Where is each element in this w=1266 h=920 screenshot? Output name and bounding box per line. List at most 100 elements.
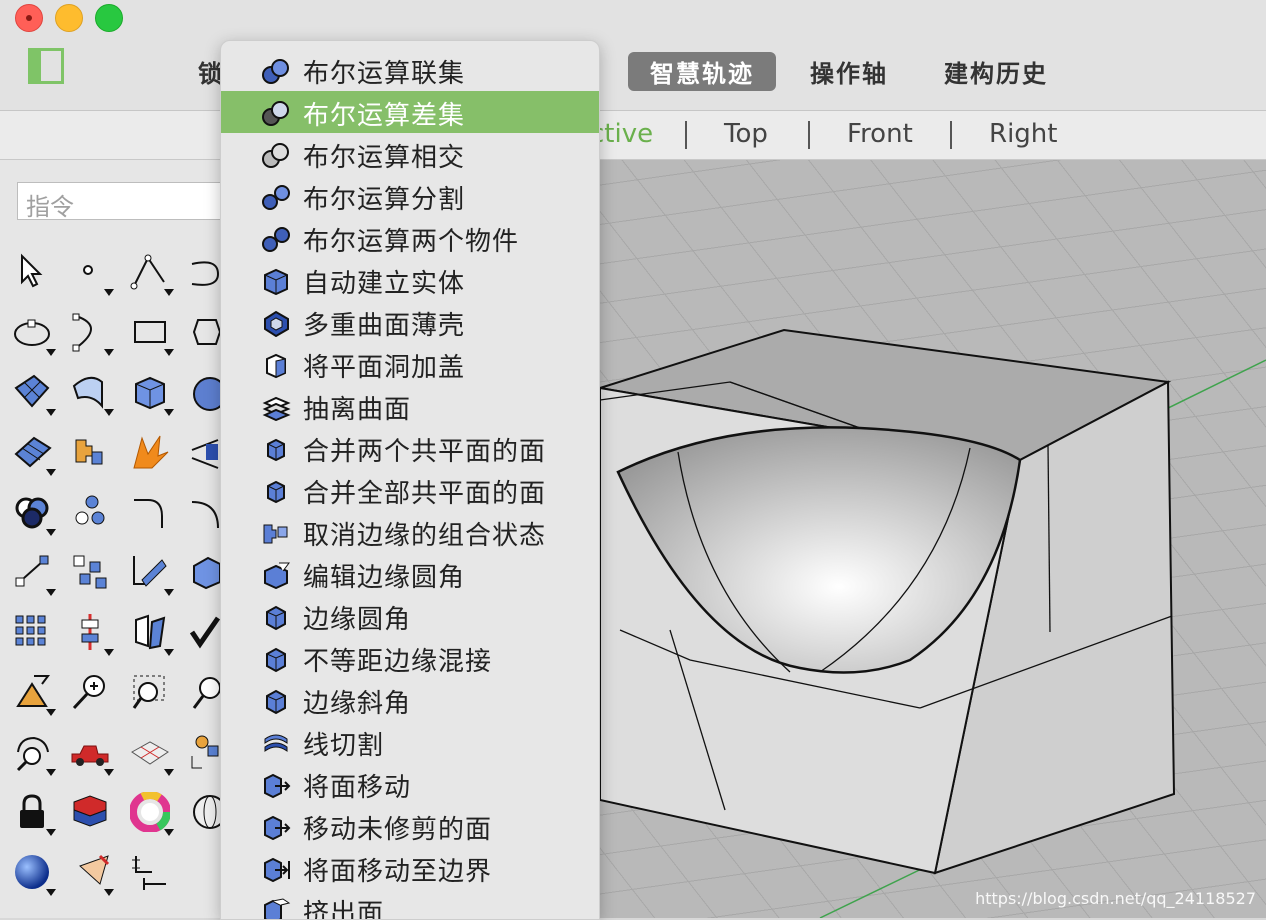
box-icon[interactable]: [126, 368, 176, 420]
menu-item-boolean-intersection[interactable]: 布尔运算相交: [221, 133, 599, 175]
menu-item-label: 合并全部共平面的面: [303, 479, 547, 509]
tool-sidebar: 指令: [0, 160, 237, 918]
array-icon[interactable]: [66, 548, 116, 600]
offset-icon[interactable]: [184, 488, 220, 540]
menu-item-move-face[interactable]: 将面移动: [221, 763, 599, 805]
grid-icon[interactable]: [126, 728, 176, 780]
menu-item-merge-face[interactable]: 合并两个共平面的面: [221, 427, 599, 469]
menu-item-boolean-difference[interactable]: 布尔运算差集: [221, 91, 599, 133]
menu-item-label: 抽离曲面: [303, 395, 412, 425]
chamfer-edge-icon: [266, 689, 286, 715]
move-icon[interactable]: [8, 548, 58, 600]
fillet-curve-icon[interactable]: [126, 488, 176, 540]
menu-item-shell[interactable]: 多重曲面薄壳: [221, 301, 599, 343]
explode-icon[interactable]: [126, 428, 176, 480]
menu-item-move-face-to-boundary[interactable]: 将面移动至边界: [221, 847, 599, 889]
menu-item-label: 合并两个共平面的面: [303, 437, 547, 467]
boolean-split-icon: [262, 185, 290, 210]
lock-icon[interactable]: [8, 788, 58, 840]
rectangle-icon[interactable]: [126, 308, 176, 360]
menu-item-label: 布尔运算联集: [303, 59, 466, 89]
trim-icon[interactable]: [184, 428, 220, 480]
minimize-window-button[interactable]: [55, 4, 83, 32]
menu-item-extract-surface[interactable]: 抽离曲面: [221, 385, 599, 427]
menu-item-wire-cut[interactable]: 线切割: [221, 721, 599, 763]
menu-item-merge-all-faces[interactable]: 合并全部共平面的面: [221, 469, 599, 511]
move-untrimmed-face-icon: [264, 815, 291, 841]
menu-item-move-untrimmed-face[interactable]: 移动未修剪的面: [221, 805, 599, 847]
extrude-face-icon: [264, 898, 291, 919]
menu-item-fillet-edge[interactable]: 边缘圆角: [221, 595, 599, 637]
menu-item-label: 编辑边缘圆角: [303, 563, 466, 593]
surface-icon[interactable]: [8, 368, 58, 420]
join-icon[interactable]: [66, 428, 116, 480]
tab-right[interactable]: Right: [989, 119, 1057, 149]
tab-front[interactable]: Front: [847, 119, 913, 149]
polyline-icon[interactable]: [126, 248, 176, 300]
rotate-view-icon[interactable]: [8, 728, 58, 780]
menu-item-edit-fillet-edge[interactable]: 编辑边缘圆角: [221, 553, 599, 595]
wireframe-sphere-icon[interactable]: [184, 788, 220, 840]
curve-icon[interactable]: [184, 248, 220, 300]
menu-item-label: 将面移动: [303, 773, 412, 803]
menu-item-create-solid[interactable]: 自动建立实体: [221, 259, 599, 301]
sphere-icon[interactable]: [184, 368, 220, 420]
command-input[interactable]: 指令: [17, 182, 237, 221]
arc-icon[interactable]: [66, 308, 116, 360]
zoom-icon[interactable]: [66, 668, 116, 720]
layer-objects-icon[interactable]: [184, 728, 220, 780]
spotlight-icon[interactable]: [66, 848, 116, 900]
scale-icon[interactable]: [126, 548, 176, 600]
menu-item-label: 取消边缘的组合状态: [303, 521, 547, 551]
block-icon[interactable]: [184, 548, 220, 600]
smart-track-toggle[interactable]: 智慧轨迹: [628, 52, 776, 91]
light-icon[interactable]: [8, 668, 58, 720]
menu-item-boolean-two-objects[interactable]: 布尔运算两个物件: [221, 217, 599, 259]
menu-item-label: 边缘斜角: [303, 689, 412, 719]
menu-item-boolean-split[interactable]: 布尔运算分割: [221, 175, 599, 217]
mesh-icon[interactable]: [8, 428, 58, 480]
select-icon[interactable]: [8, 248, 58, 300]
wire-cut-icon: [264, 734, 288, 752]
menu-item-label: 挤出面: [303, 899, 385, 920]
menu-item-label: 线切割: [303, 731, 385, 761]
menu-item-chamfer-edge[interactable]: 边缘斜角: [221, 679, 599, 721]
menu-item-unjoin-edge[interactable]: 取消边缘的组合状态: [221, 511, 599, 553]
menu-item-label: 移动未修剪的面: [303, 815, 493, 845]
menu-item-label: 布尔运算相交: [303, 143, 466, 173]
zoom-extents-icon[interactable]: [184, 668, 220, 720]
menu-item-boolean-union[interactable]: 布尔运算联集: [221, 49, 599, 91]
close-window-button[interactable]: [15, 4, 43, 32]
unjoin-edge-icon: [263, 524, 288, 544]
merge-all-faces-icon: [267, 480, 285, 504]
grid-array-icon[interactable]: [8, 608, 58, 660]
render-sphere-icon[interactable]: [8, 848, 58, 900]
cap-icon: [266, 353, 286, 379]
boolean-union-icon: [262, 59, 289, 84]
mirror-icon[interactable]: [126, 608, 176, 660]
group-icon[interactable]: [66, 488, 116, 540]
sweep-icon[interactable]: [66, 368, 116, 420]
watermark-text: https://blog.csdn.net/qq_24118527: [975, 889, 1256, 908]
maximize-window-button[interactable]: [95, 4, 123, 32]
boolean-icon[interactable]: [8, 488, 58, 540]
solid-tools-menu: 布尔运算联集 布尔运算差集 布尔运算相交 布尔运算分割 布尔运算两个物件 自动建…: [220, 40, 600, 920]
polygon-icon[interactable]: [184, 308, 220, 360]
history-toggle[interactable]: 建构历史: [944, 54, 1048, 89]
sidebar-toggle-icon[interactable]: [28, 48, 64, 84]
layers-icon[interactable]: [66, 788, 116, 840]
car-icon[interactable]: [66, 728, 116, 780]
gumball-toggle[interactable]: 操作轴: [810, 54, 888, 89]
menu-item-extrude-face[interactable]: 挤出面: [221, 889, 599, 920]
align-icon[interactable]: [66, 608, 116, 660]
zoom-window-icon[interactable]: [126, 668, 176, 720]
check-icon[interactable]: [184, 608, 220, 660]
dimension-icon[interactable]: [126, 848, 176, 900]
tab-top[interactable]: Top: [724, 119, 768, 149]
point-icon[interactable]: [66, 248, 116, 300]
menu-item-cap[interactable]: 将平面洞加盖: [221, 343, 599, 385]
ellipse-icon[interactable]: [8, 308, 58, 360]
tab-divider: [950, 121, 952, 149]
menu-item-blend-edge[interactable]: 不等距边缘混接: [221, 637, 599, 679]
color-wheel-icon[interactable]: [126, 788, 176, 840]
